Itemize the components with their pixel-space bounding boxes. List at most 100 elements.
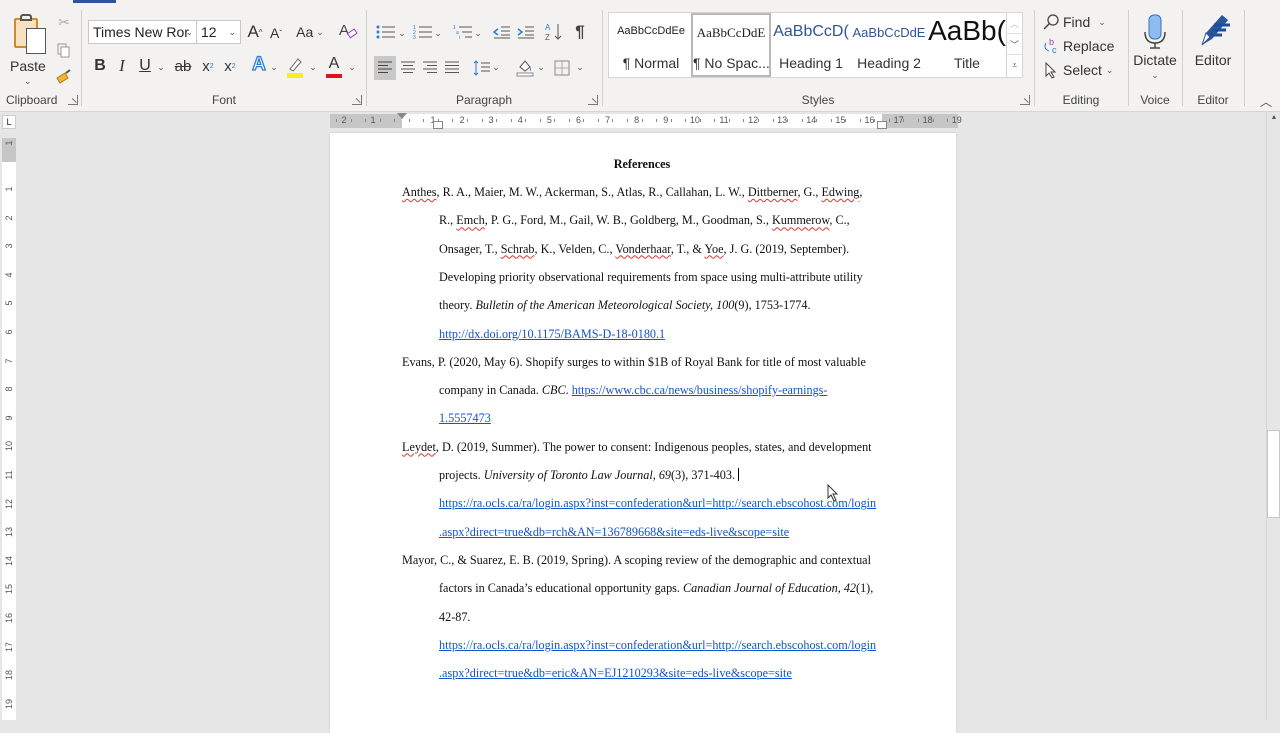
underline-button[interactable]: U [138,56,152,76]
align-right-button[interactable] [420,56,440,80]
borders-dropdown-icon[interactable]: ⌄ [576,60,584,74]
font-dialog-launcher[interactable] [352,95,362,105]
clipboard-dialog-launcher[interactable] [68,95,78,105]
format-painter-icon[interactable] [55,68,73,86]
hyperlink[interactable]: 1.5557473 [439,411,491,425]
hyperlink[interactable]: .aspx?direct=true&db=rch&AN=136789668&si… [439,525,789,539]
dictate-label[interactable]: Dictate [1128,52,1182,68]
paste-button[interactable] [14,14,48,54]
grow-font-button[interactable]: A ^ [246,22,264,42]
shading-dropdown-icon[interactable]: ⌄ [537,60,545,74]
underline-dropdown-icon[interactable]: ⌄ [156,60,166,74]
vertical-ruler[interactable]: 1 1 2 3 4 5 6 7 8 9 10 11 12 13 14 15 16 17 18 19 [2,138,16,720]
multilevel-list-button[interactable]: 1ai [452,22,474,42]
ruler-tick [699,119,701,122]
dictate-button[interactable] [1140,12,1170,52]
sort-az-icon: AZ [545,23,562,42]
editor-label[interactable]: Editor [1182,52,1244,68]
ruler-number: 3 [4,243,14,249]
cut-icon[interactable]: ✂ [56,14,72,30]
first-line-indent-marker[interactable] [397,113,407,119]
numbered-list-icon: 123 [413,25,432,40]
font-color-button[interactable]: A [324,54,344,80]
align-center-button[interactable] [398,56,418,80]
change-case-button[interactable]: Aa ⌄ [294,22,326,42]
text-effects-dropdown-icon[interactable]: ⌄ [269,60,279,74]
reference-line: Evans, P. (2020, May 6). Shopify surges … [402,355,866,370]
right-indent-marker[interactable] [877,121,887,129]
superscript-button[interactable]: x2 [222,56,238,76]
font-name-combobox[interactable]: Times New Ror ⌄ [88,20,198,44]
line-spacing-button[interactable] [472,56,492,80]
ruler-tick [627,119,628,122]
numbering-dropdown-icon[interactable]: ⌄ [434,26,442,40]
italic-button[interactable]: I [115,56,129,76]
chevron-down-icon[interactable]: ⌄ [185,21,193,43]
document-page[interactable]: References Anthes, R. A., Maier, M. W., … [330,133,956,733]
hanging-indent-marker[interactable] [433,121,443,129]
align-left-button[interactable] [374,56,396,80]
font-size-value: 12 [201,24,217,40]
text-effects-button[interactable]: A [250,53,268,76]
copy-icon[interactable] [56,42,72,60]
hyperlink[interactable]: .aspx?direct=true&db=eric&AN=EJ1210293&s… [439,666,792,680]
numbering-button[interactable]: 123 [412,22,434,42]
select-button[interactable]: Select ⌄ [1042,60,1113,80]
reference-line: https://ra.ocls.ca/ra/login.aspx?inst=co… [439,496,876,511]
font-color-dropdown-icon[interactable]: ⌄ [347,60,357,74]
scrollbar-thumb[interactable] [1267,430,1280,518]
collapse-ribbon-icon[interactable]: ︿ [1258,94,1274,109]
vertical-scrollbar[interactable]: ▲ [1266,112,1280,720]
clear-formatting-button[interactable]: A [338,20,358,42]
ruler-tick [903,119,905,122]
borders-button[interactable] [552,56,572,80]
highlight-color-button[interactable] [284,54,306,80]
tab-selector-icon[interactable]: L [2,115,16,129]
shading-button[interactable] [514,54,536,80]
ruler-number: 5 [4,300,14,306]
reference-line: Leydet, D. (2019, Summer). The power to … [402,440,872,455]
increase-indent-button[interactable] [516,22,536,42]
font-size-combobox[interactable]: 12 ⌄ [196,20,241,44]
text-run: , T., & [670,241,705,256]
paragraph-dialog-launcher[interactable] [588,95,598,105]
ruler-tick [685,119,687,122]
text-run: 42-87. [439,609,471,624]
chevron-down-icon[interactable]: ⌄ [228,21,236,43]
hyperlink[interactable]: http://dx.doi.org/10.1175/BAMS-D-18-0180… [439,327,665,341]
hyperlink[interactable]: https://ra.ocls.ca/ra/login.aspx?inst=co… [439,638,876,652]
bullets-button[interactable] [374,22,398,42]
reference-line: http://dx.doi.org/10.1175/BAMS-D-18-0180… [439,327,665,342]
multilevel-dropdown-icon[interactable]: ⌄ [474,26,482,40]
superscript-icon: x [224,57,232,75]
subscript-button[interactable]: x2 [200,56,216,76]
find-button[interactable]: Find ⌄ [1042,12,1106,32]
decrease-indent-button[interactable] [492,22,512,42]
scroll-up-icon[interactable]: ▲ [1267,114,1280,126]
ruler-tick [859,119,861,122]
ruler-number: 7 [4,358,14,364]
ruler-tick [830,119,832,122]
replace-button[interactable]: bc Replace [1042,36,1114,56]
styles-dialog-launcher[interactable] [1020,95,1030,105]
paste-label[interactable]: Paste [10,58,46,74]
ruler-tick [801,119,803,122]
bullets-dropdown-icon[interactable]: ⌄ [398,26,406,40]
dictate-dropdown-icon[interactable]: ⌄ [1128,70,1182,81]
font-name-value: Times New Ror [93,24,189,40]
shrink-font-button[interactable]: Aˇ [268,24,284,42]
strikethrough-button[interactable]: ab [173,56,193,76]
horizontal-ruler[interactable]: 2 1 1 2 3 4 5 6 7 8 9 10 11 12 13 14 15 16 17 18 19 [330,113,962,129]
hyperlink[interactable]: https://ra.ocls.ca/ra/login.aspx?inst=co… [439,496,876,510]
text-caret [738,468,740,481]
hyperlink[interactable]: https://www.cbc.ca/news/business/shopify… [572,383,828,397]
sort-button[interactable]: AZ [544,20,564,44]
line-spacing-dropdown-icon[interactable]: ⌄ [492,60,500,74]
search-icon [1043,14,1059,30]
editor-button[interactable] [1196,10,1232,50]
bold-button[interactable]: B [92,56,108,76]
highlight-dropdown-icon[interactable]: ⌄ [308,60,318,74]
show-formatting-marks-button[interactable]: ¶ [572,22,588,42]
justify-button[interactable] [442,56,462,80]
paste-dropdown-icon[interactable]: ⌄ [24,76,32,87]
